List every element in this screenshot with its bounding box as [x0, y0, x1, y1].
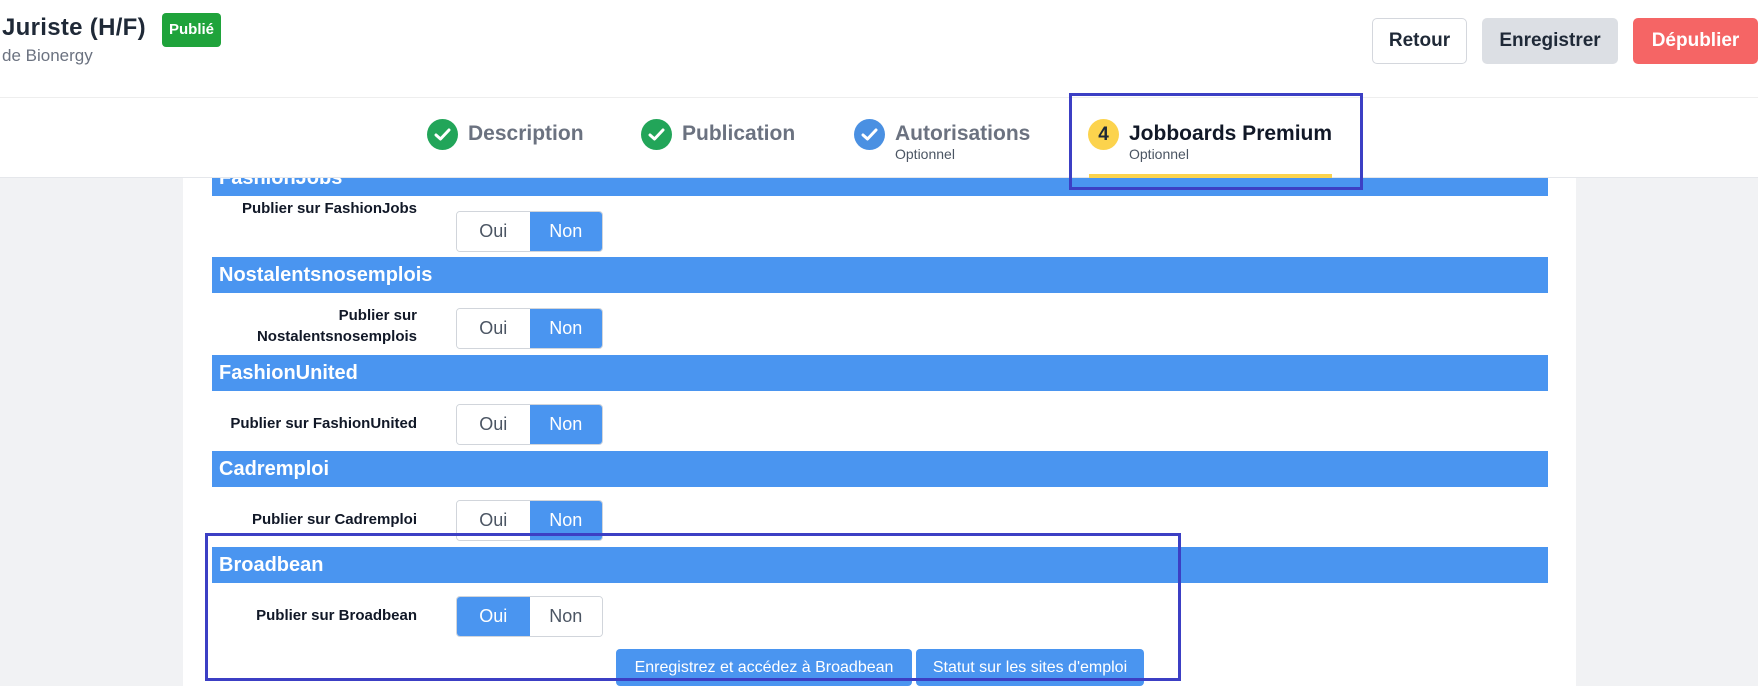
toggle-fashionjobs: Oui Non — [456, 211, 603, 252]
option-non[interactable]: Non — [529, 405, 602, 444]
option-oui[interactable]: Oui — [457, 501, 530, 540]
toggle-nostalentsnosemplois: Oui Non — [456, 308, 603, 349]
active-step-underline — [1089, 174, 1332, 178]
status-badge: Publié — [162, 13, 222, 47]
jobsite-status-button[interactable]: Statut sur les sites d'emploi — [916, 649, 1144, 686]
section-header-nostalentsnosemplois: Nostalentsnosemplois — [212, 257, 1548, 293]
company-subtitle: de Bionergy — [2, 46, 93, 65]
check-icon — [854, 119, 885, 150]
jobboards-card: FashionJobs Publier sur FashionJobs Oui … — [183, 178, 1576, 686]
step-label: Publication — [682, 122, 796, 145]
step-label: Description — [468, 122, 584, 145]
field-label-fashionunited: Publier sur FashionUnited — [230, 415, 417, 432]
option-non[interactable]: Non — [529, 501, 602, 540]
field-label-nostalentsnosemplois: Publier sur Nostalentsnosemplois — [256, 307, 417, 345]
toggle-broadbean: Oui Non — [456, 596, 603, 637]
stepper: Description Publication Autorisations Op… — [0, 98, 1758, 178]
check-icon — [641, 119, 672, 150]
section-header-fashionjobs: FashionJobs — [212, 178, 1548, 196]
section-header-cadremploi: Cadremploi — [212, 451, 1548, 487]
option-oui[interactable]: Oui — [457, 597, 530, 636]
section-header-broadbean: Broadbean — [212, 547, 1548, 583]
option-non[interactable]: Non — [529, 309, 602, 348]
field-label-cadremploi: Publier sur Cadremploi — [251, 511, 417, 528]
field-label-fashionjobs: Publier sur FashionJobs — [241, 200, 417, 217]
unpublish-button[interactable]: Dépublier — [1633, 18, 1758, 64]
page-header: Juriste (H/F) Publié de Bionergy Retour … — [0, 0, 1758, 98]
field-label-broadbean: Publier sur Broadbean — [256, 607, 417, 624]
back-button[interactable]: Retour — [1372, 18, 1467, 64]
save-and-access-broadbean-button[interactable]: Enregistrez et accédez à Broadbean — [616, 649, 912, 686]
step-label: Jobboards Premium — [1129, 122, 1333, 145]
step-sublabel: Optionnel — [895, 146, 955, 162]
option-oui[interactable]: Oui — [457, 309, 530, 348]
toggle-fashionunited: Oui Non — [456, 404, 603, 445]
option-non[interactable]: Non — [529, 212, 602, 251]
step-label: Autorisations — [895, 122, 1031, 145]
step-number: 4 — [1088, 119, 1119, 150]
section-header-fashionunited: FashionUnited — [212, 355, 1548, 391]
check-icon — [427, 119, 458, 150]
page-title: Juriste (H/F) — [2, 14, 146, 41]
save-button[interactable]: Enregistrer — [1482, 18, 1618, 64]
toggle-cadremploi: Oui Non — [456, 500, 603, 541]
step-sublabel: Optionnel — [1129, 146, 1189, 162]
option-non[interactable]: Non — [529, 597, 602, 636]
option-oui[interactable]: Oui — [457, 212, 530, 251]
option-oui[interactable]: Oui — [457, 405, 530, 444]
